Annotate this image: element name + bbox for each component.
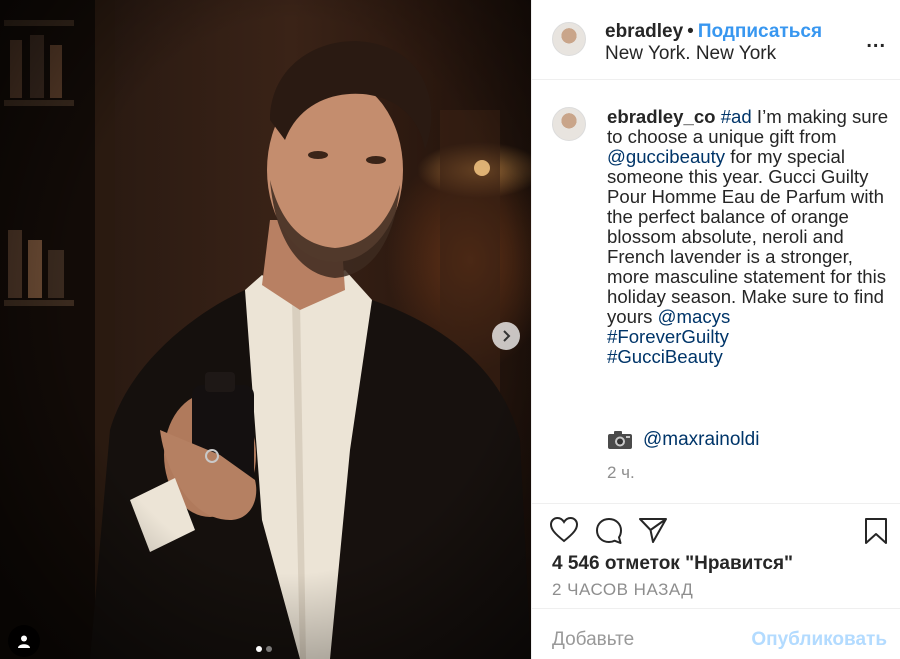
action-bar bbox=[532, 505, 900, 555]
credit-mention-link[interactable]: @maxrainoldi bbox=[643, 429, 759, 451]
carousel-dots bbox=[256, 646, 272, 652]
likes-count[interactable]: 4 546 отметок "Нравится" bbox=[552, 553, 793, 575]
heart-icon[interactable] bbox=[550, 517, 578, 543]
photo-credit: @maxrainoldi bbox=[607, 429, 759, 451]
photo-scene bbox=[0, 0, 531, 659]
header-username[interactable]: ebradley bbox=[605, 21, 683, 42]
paper-plane-icon[interactable] bbox=[639, 517, 667, 543]
mention-link[interactable]: @guccibeauty bbox=[607, 146, 725, 167]
header-user-line: ebradley • Подписаться bbox=[605, 21, 822, 43]
post-details-panel: ebradley • Подписаться New York. New York … bbox=[531, 0, 900, 659]
avatar[interactable] bbox=[552, 22, 586, 56]
location-link[interactable]: New York. New York bbox=[605, 43, 776, 65]
caption-timestamp[interactable]: 2 ч. bbox=[607, 463, 635, 483]
post-header: ebradley • Подписаться New York. New York … bbox=[532, 0, 900, 80]
caption-text: ebradley_co #ad I’m making sure to choos… bbox=[607, 107, 897, 367]
carousel-next-button[interactable] bbox=[492, 322, 520, 350]
mention-link[interactable]: @macys bbox=[658, 306, 731, 327]
caption-body-2: for my special someone this year. Gucci … bbox=[607, 146, 887, 327]
comment-bar: Опубликовать bbox=[532, 608, 900, 659]
user-tags-button[interactable] bbox=[8, 625, 40, 657]
hashtag-link[interactable]: #ForeverGuilty bbox=[607, 326, 729, 347]
posted-timestamp[interactable]: 2 ЧАСОВ НАЗАД bbox=[552, 580, 693, 600]
publish-button[interactable]: Опубликовать bbox=[751, 629, 887, 651]
user-icon bbox=[18, 635, 30, 648]
carousel-dot[interactable] bbox=[266, 646, 272, 652]
bookmark-icon[interactable] bbox=[864, 517, 888, 545]
post-photo[interactable] bbox=[0, 0, 531, 659]
camera-icon bbox=[608, 431, 632, 449]
carousel-dot[interactable] bbox=[256, 646, 262, 652]
follow-button[interactable]: Подписаться bbox=[698, 21, 822, 42]
more-options-button[interactable]: ... bbox=[866, 30, 886, 53]
avatar[interactable] bbox=[552, 107, 586, 141]
comment-input[interactable] bbox=[552, 629, 732, 651]
separator-dot: • bbox=[687, 21, 694, 42]
caption-username[interactable]: ebradley_co bbox=[607, 106, 716, 127]
hashtag-link[interactable]: #GucciBeauty bbox=[607, 346, 723, 367]
hashtag-link[interactable]: #ad bbox=[721, 106, 752, 127]
chevron-right-icon bbox=[503, 330, 511, 342]
instagram-post: ebradley • Подписаться New York. New York … bbox=[0, 0, 900, 659]
comment-icon[interactable] bbox=[595, 517, 623, 545]
caption-area: ebradley_co #ad I’m making sure to choos… bbox=[532, 81, 900, 504]
